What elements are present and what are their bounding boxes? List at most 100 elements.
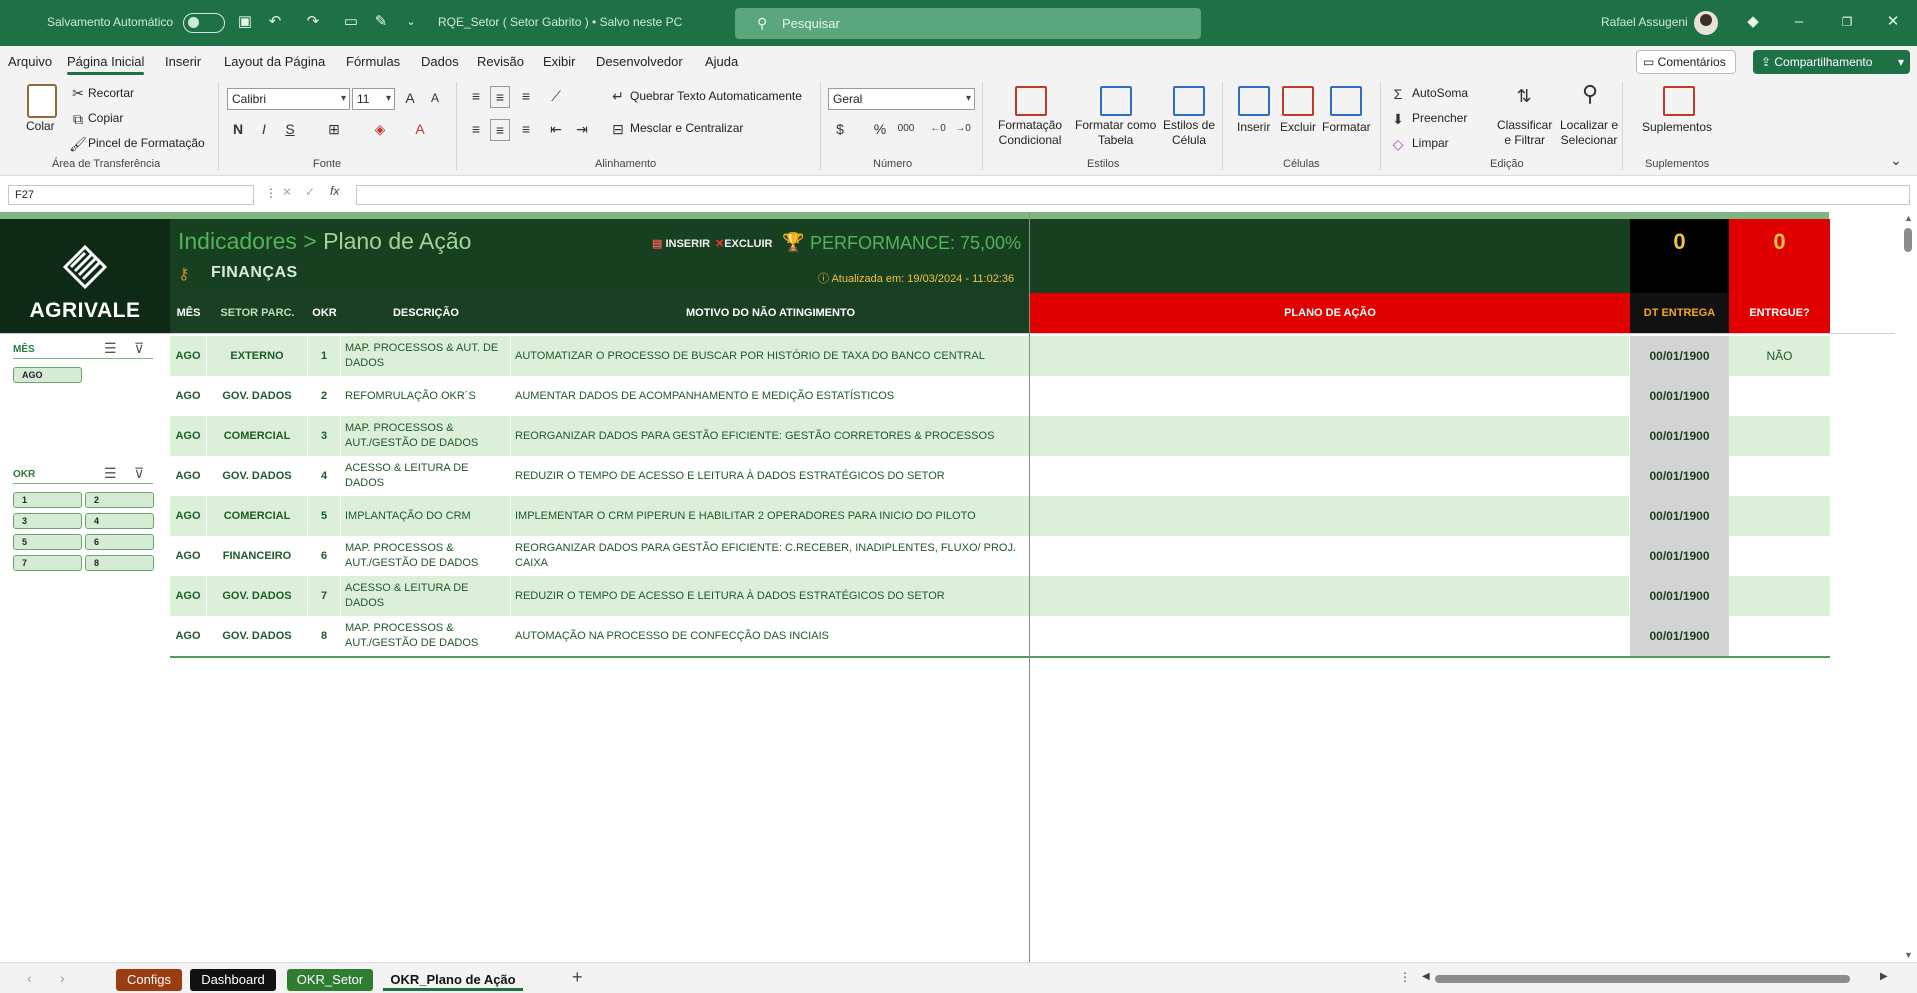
cell-dt-entrega[interactable]: 00/01/1900: [1630, 456, 1729, 496]
cut-button[interactable]: Recortar: [88, 86, 134, 100]
slicer-okr-item[interactable]: 1: [13, 492, 82, 508]
function-icon[interactable]: fx: [330, 184, 339, 198]
merge-center-button[interactable]: Mesclar e Centralizar: [630, 121, 743, 135]
fill-button[interactable]: Preencher: [1412, 111, 1467, 125]
cell-plano[interactable]: [1030, 376, 1630, 416]
cell-plano[interactable]: [1030, 416, 1630, 456]
tab-layout[interactable]: Layout da Página: [224, 54, 325, 69]
more-icon[interactable]: ⋮: [265, 186, 277, 200]
font-color-icon[interactable]: A: [410, 119, 430, 139]
undo-icon[interactable]: ↶: [266, 13, 284, 31]
comma-icon[interactable]: 000: [896, 119, 916, 139]
autosum-button[interactable]: AutoSoma: [1412, 86, 1468, 100]
vertical-scrollbar[interactable]: [1904, 228, 1912, 252]
tab-revisao[interactable]: Revisão: [477, 54, 524, 69]
format-table-button[interactable]: Formatar como Tabela: [1075, 118, 1156, 148]
cell-okr[interactable]: 2: [308, 376, 341, 416]
header-descricao[interactable]: DESCRIÇÃO: [341, 293, 511, 333]
conditional-format-button[interactable]: Formatação Condicional: [998, 118, 1062, 148]
slicer-okr-item[interactable]: 6: [85, 534, 154, 550]
cell-mes[interactable]: AGO: [170, 616, 207, 656]
align-left-icon[interactable]: ≡: [466, 119, 486, 139]
close-icon[interactable]: ✕: [1884, 13, 1902, 31]
borders-icon[interactable]: ⊞: [324, 119, 344, 139]
tab-ajuda[interactable]: Ajuda: [705, 54, 738, 69]
chevron-down-icon[interactable]: ▾: [1898, 50, 1904, 74]
tab-formulas[interactable]: Fórmulas: [346, 54, 400, 69]
cell-plano[interactable]: [1030, 616, 1630, 656]
cell-okr[interactable]: 8: [308, 616, 341, 656]
slicer-okr-item[interactable]: 4: [85, 513, 154, 529]
cell-styles-button[interactable]: Estilos de Célula: [1163, 118, 1215, 148]
cell-motivo[interactable]: REDUZIR O TEMPO DE ACESSO E LEITURA À DA…: [511, 576, 1030, 616]
cell-setor[interactable]: FINANCEIRO: [207, 536, 308, 576]
scroll-down-icon[interactable]: ▼: [1904, 950, 1913, 960]
currency-icon[interactable]: $: [830, 119, 850, 139]
align-right-icon[interactable]: ≡: [516, 119, 536, 139]
insert-cells-button[interactable]: Inserir: [1237, 120, 1270, 134]
cell-entregue[interactable]: [1729, 376, 1830, 416]
save-icon[interactable]: ▣: [236, 13, 254, 31]
sheet-area[interactable]: AGRIVALE Indicadores > Plano de Ação ⚷ F…: [0, 212, 1901, 962]
cell-mes[interactable]: AGO: [170, 416, 207, 456]
cell-plano[interactable]: [1030, 456, 1630, 496]
font-name-select[interactable]: Calibri: [227, 88, 350, 110]
format-cells-button[interactable]: Formatar: [1322, 120, 1371, 134]
cell-mes[interactable]: AGO: [170, 496, 207, 536]
cell-okr[interactable]: 3: [308, 416, 341, 456]
diamond-icon[interactable]: ◆: [1744, 13, 1762, 31]
cell-descricao[interactable]: IMPLANTAÇÃO DO CRM: [341, 496, 511, 536]
confirm-icon[interactable]: ✓: [305, 185, 315, 199]
insert-button[interactable]: ▤ INSERIR: [652, 237, 710, 250]
header-setor[interactable]: SETOR PARC.: [207, 293, 308, 333]
name-box[interactable]: F27: [8, 185, 254, 205]
cell-descricao[interactable]: MAP. PROCESSOS & AUT./GESTÃO DE DADOS: [341, 616, 511, 656]
cell-mes[interactable]: AGO: [170, 576, 207, 616]
header-mes[interactable]: MÊS: [170, 293, 207, 333]
table-row[interactable]: AGO GOV. DADOS 2 REFOMRULAÇÃO OKR´S AUMENTAR…: [170, 376, 1830, 416]
search-box[interactable]: ⚲ Pesquisar: [735, 8, 1201, 39]
header-plano[interactable]: PLANO DE AÇÃO: [1030, 293, 1630, 333]
cell-descricao[interactable]: REFOMRULAÇÃO OKR´S: [341, 376, 511, 416]
tab-inserir[interactable]: Inserir: [165, 54, 201, 69]
cell-entregue[interactable]: [1729, 536, 1830, 576]
table-row[interactable]: AGO GOV. DADOS 4 ACESSO & LEITURA DE DADOS R…: [170, 456, 1830, 496]
cell-entregue[interactable]: [1729, 496, 1830, 536]
cancel-icon[interactable]: ✕: [282, 185, 292, 199]
increase-indent-icon[interactable]: ⇥: [572, 119, 592, 139]
cell-dt-entrega[interactable]: 00/01/1900: [1630, 496, 1729, 536]
cell-plano[interactable]: [1030, 576, 1630, 616]
document-title[interactable]: RQE_Setor ( Setor Gabrito ) • Salvo nest…: [438, 15, 682, 29]
multi-select-icon[interactable]: ☰: [104, 340, 117, 357]
slicer-okr-item[interactable]: 7: [13, 555, 82, 571]
table-row[interactable]: AGO FINANCEIRO 6 MAP. PROCESSOS & AUT./GEST…: [170, 536, 1830, 576]
cell-mes[interactable]: AGO: [170, 456, 207, 496]
redo-icon[interactable]: ↷: [304, 13, 322, 31]
clear-filter-icon[interactable]: ⊽: [134, 340, 144, 357]
align-middle-icon[interactable]: ≡: [490, 86, 510, 108]
table-row[interactable]: AGO EXTERNO 1 MAP. PROCESSOS & AUT. DE DADO…: [170, 336, 1830, 376]
clear-button[interactable]: Limpar: [1412, 136, 1449, 150]
cell-entregue[interactable]: [1729, 576, 1830, 616]
sheet-tab[interactable]: Dashboard: [190, 969, 276, 991]
header-entregue[interactable]: ENTRGUE?: [1729, 293, 1830, 333]
cell-okr[interactable]: 6: [308, 536, 341, 576]
italic-button[interactable]: I: [254, 119, 274, 139]
fill-color-icon[interactable]: ◈: [370, 119, 390, 139]
table-row[interactable]: AGO COMERCIAL 3 MAP. PROCESSOS & AUT./GESTÃ…: [170, 416, 1830, 456]
grow-font-icon[interactable]: A: [400, 88, 420, 108]
addins-button[interactable]: Suplementos: [1642, 120, 1712, 134]
paste-icon[interactable]: [27, 84, 57, 118]
cell-entregue[interactable]: [1729, 616, 1830, 656]
next-sheet-icon[interactable]: ›: [60, 970, 65, 986]
cell-motivo[interactable]: AUMENTAR DADOS DE ACOMPANHAMENTO E MEDIÇ…: [511, 376, 1030, 416]
cell-motivo[interactable]: REDUZIR O TEMPO DE ACESSO E LEITURA À DA…: [511, 456, 1030, 496]
cell-descricao[interactable]: ACESSO & LEITURA DE DADOS: [341, 576, 511, 616]
decrease-decimal-icon[interactable]: →0: [953, 119, 973, 139]
align-center-icon[interactable]: ≡: [490, 119, 510, 141]
autosave-toggle[interactable]: [183, 13, 225, 33]
delete-cells-button[interactable]: Excluir: [1280, 120, 1316, 134]
slicer-mes-item[interactable]: AGO: [13, 367, 82, 383]
cell-setor[interactable]: EXTERNO: [207, 336, 308, 376]
format-painter-button[interactable]: Pincel de Formatação: [88, 136, 205, 150]
